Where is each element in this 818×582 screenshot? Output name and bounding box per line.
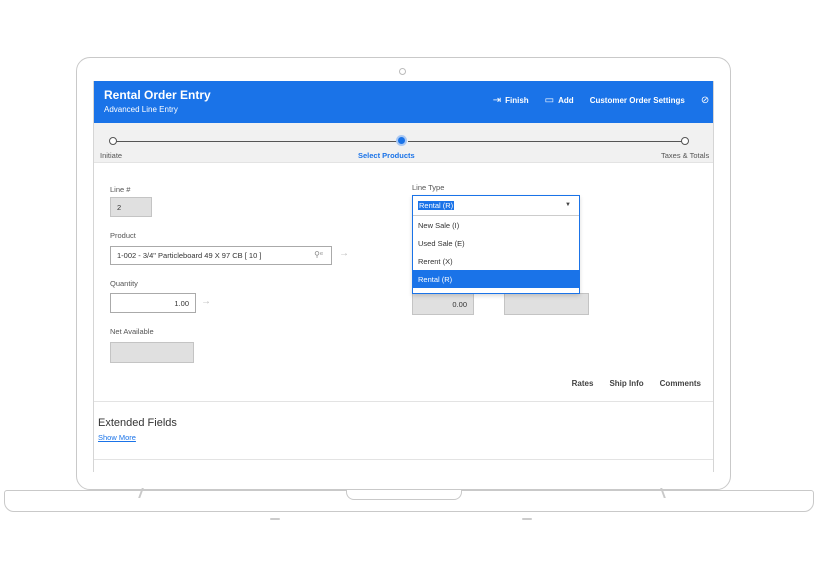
line-type-selected[interactable]: Rental (R) ▼ (413, 196, 579, 216)
line-type-select[interactable]: Rental (R) ▼ New Sale (I) Used Sale (E) … (412, 195, 580, 294)
line-type-option-used-sale[interactable]: Used Sale (E) (413, 234, 579, 252)
price-field: 0.00 (412, 293, 474, 315)
cancel-label: C (713, 96, 714, 105)
sign-in-icon: ⇥ (492, 95, 502, 106)
step-initiate-label[interactable]: Initiate (100, 151, 122, 160)
laptop-foot-right (522, 518, 532, 520)
net-available-field (110, 342, 194, 363)
step-taxes-totals-dot[interactable] (681, 137, 689, 145)
step-initiate-dot[interactable] (109, 137, 117, 145)
search-icon[interactable]: ⚲ᵉ (314, 250, 323, 259)
product-arrow-icon[interactable]: → (339, 248, 349, 259)
page-subtitle: Advanced Line Entry (104, 105, 178, 114)
customer-order-settings-label: Customer Order Settings (589, 96, 685, 105)
page-title: Rental Order Entry (104, 88, 211, 102)
chevron-down-icon[interactable]: ▼ (565, 202, 571, 208)
tab-ship-info[interactable]: Ship Info (609, 379, 643, 388)
cancel-button[interactable]: ⊘ C (700, 95, 714, 106)
bottom-divider (94, 459, 713, 460)
finish-button[interactable]: ⇥ Finish (493, 95, 529, 106)
line-number-field: 2 (110, 197, 152, 217)
line-type-option-new-sale[interactable]: New Sale (I) (413, 216, 579, 234)
camera-icon (399, 68, 406, 75)
progress-stepper: Initiate Select Products Taxes & Totals (94, 123, 713, 163)
add-button[interactable]: ▭ Add (545, 95, 574, 106)
line-type-label: Line Type (412, 183, 445, 192)
finish-label: Finish (505, 96, 529, 105)
net-available-label: Net Available (110, 327, 154, 336)
laptop-notch (346, 490, 462, 500)
extra-field (504, 293, 589, 315)
tab-comments[interactable]: Comments (660, 379, 701, 388)
step-taxes-totals-label[interactable]: Taxes & Totals (661, 151, 709, 160)
header-actions: ⇥ Finish ▭ Add Customer Order Settings ⊘… (493, 95, 714, 106)
product-field[interactable]: 1-002 - 3/4" Particleboard 49 X 97 CB [ … (110, 246, 332, 265)
customer-order-settings-button[interactable]: Customer Order Settings (590, 96, 685, 105)
add-label: Add (558, 96, 574, 105)
step-select-products-label[interactable]: Select Products (358, 151, 415, 160)
show-more-link[interactable]: Show More (98, 433, 136, 442)
save-icon: ▭ (544, 95, 555, 106)
tab-rates[interactable]: Rates (572, 379, 594, 388)
line-type-selected-value: Rental (R) (418, 201, 455, 210)
quantity-label: Quantity (110, 279, 138, 288)
stepper-line-right (408, 141, 682, 142)
product-label: Product (110, 231, 136, 240)
stepper-line-left (116, 141, 399, 142)
cancel-icon: ⊘ (700, 95, 710, 106)
quantity-field[interactable]: 1.00 (110, 293, 196, 313)
quantity-arrow-icon[interactable]: → (201, 296, 211, 307)
section-divider (94, 401, 713, 402)
step-select-products-dot[interactable] (396, 135, 407, 146)
product-value: 1-002 - 3/4" Particleboard 49 X 97 CB [ … (117, 251, 262, 260)
line-type-option-rerent[interactable]: Rerent (X) (413, 252, 579, 270)
line-number-label: Line # (110, 185, 131, 194)
app-header: Rental Order Entry Advanced Line Entry ⇥… (94, 81, 713, 123)
app-screen: Rental Order Entry Advanced Line Entry ⇥… (93, 81, 714, 472)
detail-tabs: Rates Ship Info Comments (572, 379, 701, 388)
laptop-foot-left (270, 518, 280, 520)
extended-fields-title: Extended Fields (98, 417, 177, 429)
line-type-option-rental[interactable]: Rental (R) (413, 270, 579, 288)
